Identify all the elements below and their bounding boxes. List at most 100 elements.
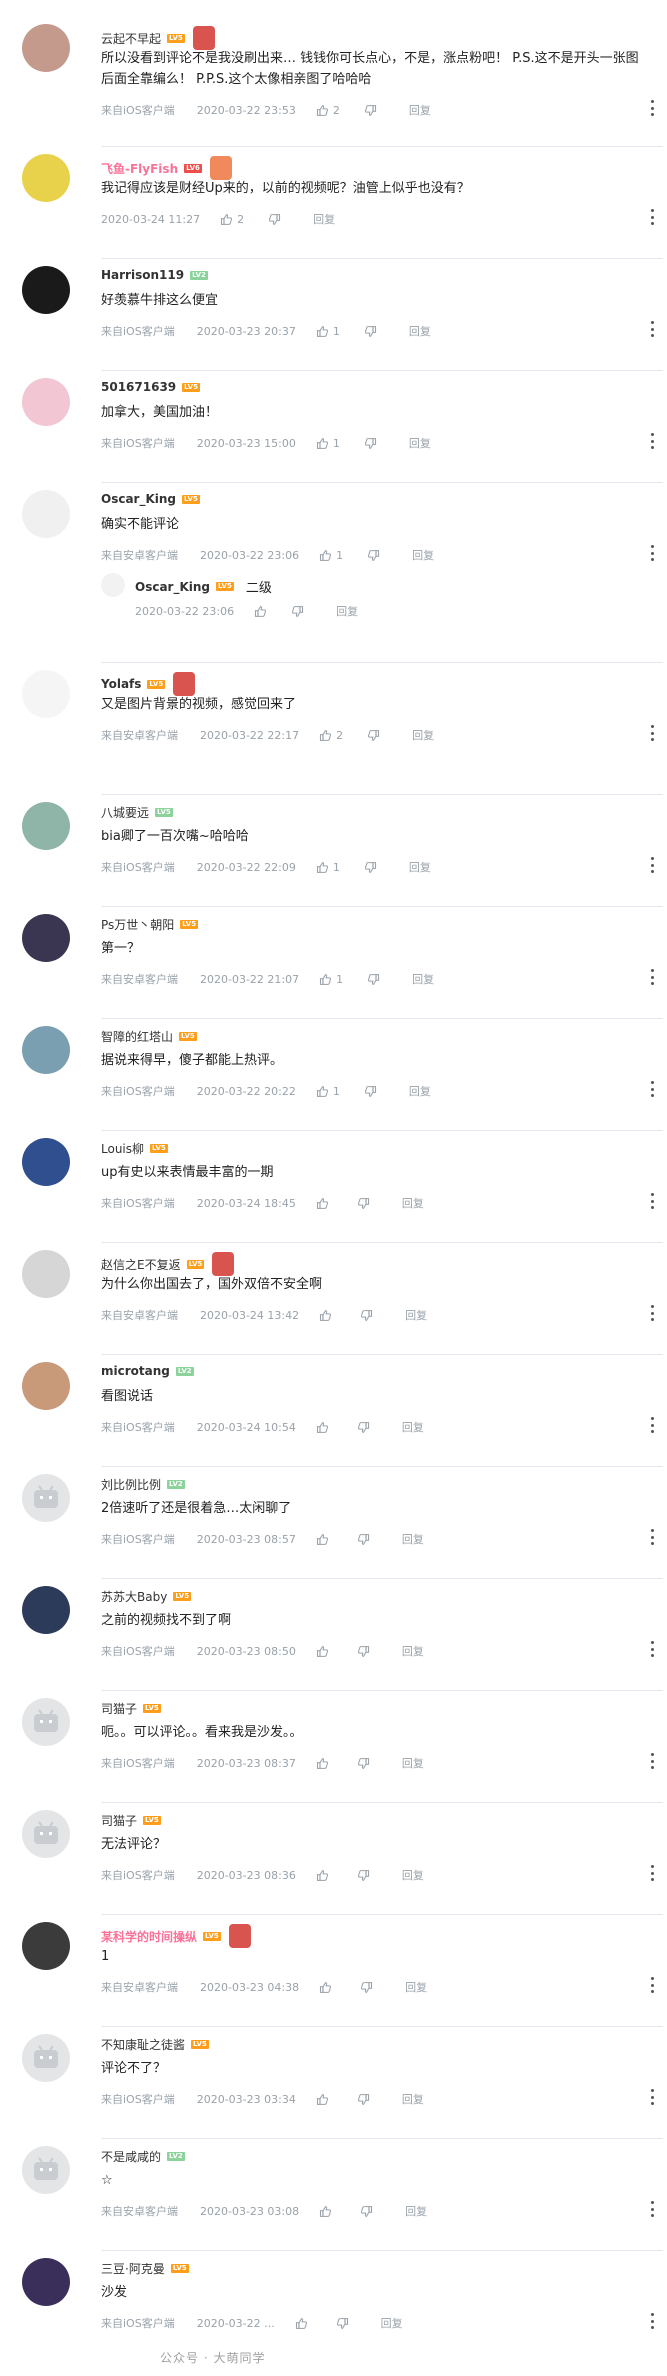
- reply-button[interactable]: 回复: [402, 1755, 424, 1771]
- username-text[interactable]: 苏苏大Baby: [101, 1588, 167, 1605]
- like-button[interactable]: 1: [316, 325, 340, 338]
- username-text[interactable]: Yolafs: [101, 677, 141, 691]
- dislike-button[interactable]: [357, 2093, 370, 2106]
- dislike-button[interactable]: [367, 973, 380, 986]
- reply-button[interactable]: 回复: [412, 971, 434, 987]
- username-text[interactable]: 司猫子: [101, 1812, 137, 1829]
- like-button[interactable]: 1: [316, 861, 340, 874]
- username-text[interactable]: Ps万世丶朝阳: [101, 916, 174, 933]
- username-text[interactable]: 云起不早起: [101, 30, 161, 47]
- reply-button[interactable]: 回复: [381, 2315, 403, 2331]
- avatar[interactable]: [22, 266, 70, 314]
- like-button[interactable]: [316, 1533, 333, 1546]
- more-options-icon[interactable]: [645, 1865, 659, 1881]
- more-options-icon[interactable]: [645, 2201, 659, 2217]
- username[interactable]: Louis柳 LV5: [101, 1140, 168, 1157]
- avatar[interactable]: [22, 1586, 70, 1634]
- avatar[interactable]: [22, 1922, 70, 1970]
- username[interactable]: Oscar_King LV5: [101, 492, 200, 506]
- like-button[interactable]: [295, 2317, 312, 2330]
- like-button[interactable]: [316, 1197, 333, 1210]
- reply-button[interactable]: 回复: [402, 1195, 424, 1211]
- username[interactable]: 司猫子 LV5: [101, 1812, 161, 1829]
- more-options-icon[interactable]: [645, 545, 659, 561]
- reply-button[interactable]: 回复: [402, 1643, 424, 1659]
- reply-button[interactable]: 回复: [409, 435, 431, 451]
- like-button[interactable]: 2: [220, 213, 244, 226]
- dislike-button[interactable]: [364, 325, 377, 338]
- dislike-button[interactable]: [364, 861, 377, 874]
- reply-button[interactable]: 回复: [409, 323, 431, 339]
- avatar[interactable]: [22, 1474, 70, 1522]
- more-options-icon[interactable]: [645, 209, 659, 225]
- like-button[interactable]: [319, 1309, 336, 1322]
- reply-button[interactable]: 回复: [402, 2091, 424, 2107]
- reply-button[interactable]: 回复: [405, 1979, 427, 1995]
- reply-button[interactable]: 回复: [405, 2203, 427, 2219]
- like-button[interactable]: 1: [319, 549, 343, 562]
- dislike-button[interactable]: [357, 1533, 370, 1546]
- avatar[interactable]: [22, 2034, 70, 2082]
- username[interactable]: 501671639 LV5: [101, 380, 200, 394]
- reply-button[interactable]: 回复: [402, 1531, 424, 1547]
- more-options-icon[interactable]: [645, 1081, 659, 1097]
- username-text[interactable]: 不知康耻之徒酱: [101, 2036, 185, 2053]
- username-text[interactable]: 不是咸咸的: [101, 2148, 161, 2165]
- avatar[interactable]: [22, 1362, 70, 1410]
- sub-reply-username[interactable]: Oscar_King LV5 二级: [135, 577, 272, 597]
- username[interactable]: Yolafs LV5: [101, 672, 196, 696]
- avatar[interactable]: [22, 24, 70, 72]
- username[interactable]: 三豆·阿克曼 LV5: [101, 2260, 189, 2277]
- like-button[interactable]: 2: [319, 729, 343, 742]
- more-options-icon[interactable]: [645, 1305, 659, 1321]
- like-button[interactable]: 1: [316, 437, 340, 450]
- dislike-button[interactable]: [364, 1085, 377, 1098]
- dislike-button[interactable]: [336, 2317, 349, 2330]
- dislike-button[interactable]: [364, 437, 377, 450]
- avatar[interactable]: [22, 1810, 70, 1858]
- like-button[interactable]: [316, 2093, 333, 2106]
- reply-button[interactable]: 回复: [402, 1419, 424, 1435]
- more-options-icon[interactable]: [645, 969, 659, 985]
- username[interactable]: 苏苏大Baby LV5: [101, 1588, 192, 1605]
- avatar[interactable]: [22, 670, 70, 718]
- like-button[interactable]: 1: [319, 973, 343, 986]
- more-options-icon[interactable]: [645, 1753, 659, 1769]
- avatar[interactable]: [22, 1250, 70, 1298]
- dislike-button[interactable]: [357, 1869, 370, 1882]
- dislike-button[interactable]: [364, 104, 377, 117]
- like-button[interactable]: [254, 605, 267, 618]
- username-text[interactable]: 赵信之E不复返: [101, 1256, 181, 1273]
- username[interactable]: 赵信之E不复返 LV5: [101, 1252, 235, 1276]
- sub-reply-avatar[interactable]: [101, 573, 125, 597]
- like-button[interactable]: 1: [316, 1085, 340, 1098]
- username[interactable]: 飞鱼-FlyFish LV6: [101, 156, 232, 180]
- more-options-icon[interactable]: [645, 1193, 659, 1209]
- username[interactable]: 司猫子 LV5: [101, 1700, 161, 1717]
- username[interactable]: 不知康耻之徒酱 LV5: [101, 2036, 209, 2053]
- like-button[interactable]: [316, 1421, 333, 1434]
- reply-button[interactable]: 回复: [409, 1083, 431, 1099]
- username-text[interactable]: 刘比例比例: [101, 1476, 161, 1493]
- dislike-button[interactable]: [291, 605, 304, 618]
- avatar[interactable]: [22, 1138, 70, 1186]
- reply-button[interactable]: 回复: [402, 1867, 424, 1883]
- avatar[interactable]: [22, 1026, 70, 1074]
- dislike-button[interactable]: [357, 1421, 370, 1434]
- like-button[interactable]: [319, 1981, 336, 1994]
- avatar[interactable]: [22, 2146, 70, 2194]
- more-options-icon[interactable]: [645, 725, 659, 741]
- username-text[interactable]: 智障的红塔山: [101, 1028, 173, 1045]
- username[interactable]: microtang LV2: [101, 1364, 194, 1378]
- avatar[interactable]: [22, 2258, 70, 2306]
- avatar[interactable]: [22, 154, 70, 202]
- username-text[interactable]: Louis柳: [101, 1140, 144, 1157]
- username[interactable]: 不是咸咸的 LV2: [101, 2148, 185, 2165]
- like-button[interactable]: 2: [316, 104, 340, 117]
- more-options-icon[interactable]: [645, 1977, 659, 1993]
- more-options-icon[interactable]: [645, 100, 659, 116]
- username[interactable]: Harrison119 LV2: [101, 268, 208, 282]
- username-text[interactable]: 八城要远: [101, 804, 149, 821]
- username-text[interactable]: microtang: [101, 1364, 170, 1378]
- more-options-icon[interactable]: [645, 2313, 659, 2329]
